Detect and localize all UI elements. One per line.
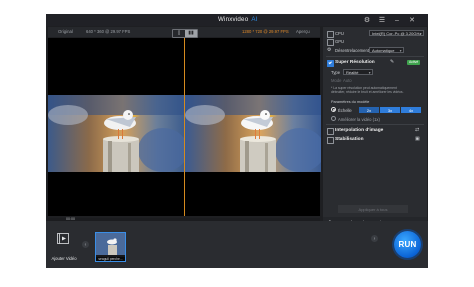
next-arrow-icon[interactable]: ›	[371, 235, 378, 242]
interpolation-label: Interpolation d'image	[335, 127, 384, 133]
interpolation-settings-icon[interactable]: ⇄	[415, 127, 419, 133]
improve-radio[interactable]	[331, 116, 336, 121]
gpu-checkbox[interactable]	[327, 39, 334, 46]
scale-option-4x[interactable]: 4x	[401, 107, 421, 113]
side-by-side-icon[interactable]: ▮▮	[185, 29, 197, 37]
video-thumbnail[interactable]: seagull perche...	[95, 232, 126, 262]
add-video-button[interactable]: Ajouter Vidéo	[49, 231, 77, 265]
original-label: Original	[58, 28, 73, 34]
enhanced-frame	[185, 95, 321, 172]
divider	[326, 124, 424, 125]
film-plus-icon	[57, 233, 69, 244]
compare-divider[interactable]	[184, 38, 185, 216]
sr-description-2: débruiter, réduire le bruit et améliorer…	[331, 90, 404, 94]
edit-icon[interactable]: ✎	[390, 59, 394, 65]
improve-label: Améliorer la vidéo (1x)	[338, 116, 380, 122]
original-frame	[48, 95, 184, 172]
close-icon[interactable]: ✕	[407, 15, 417, 25]
scale-option-3x[interactable]: 3x	[380, 107, 400, 113]
deinterlace-icon: ⚙	[327, 47, 332, 53]
interpolation-checkbox[interactable]	[327, 128, 334, 135]
deinterlace-select[interactable]: Automatique ▾	[369, 47, 404, 53]
mode-label: Mode	[331, 78, 342, 83]
menu-icon[interactable]: ☰	[377, 15, 387, 25]
type-label: Type	[331, 70, 341, 75]
stabilization-settings-icon[interactable]: ▣	[415, 136, 420, 142]
gpu-label: GPU	[335, 39, 345, 44]
minimize-icon[interactable]: –	[392, 15, 402, 25]
add-video-label: Ajouter Vidéo	[51, 256, 77, 261]
original-info: 640 * 360 @ 29.97 FPS	[86, 28, 131, 34]
view-mode-toggle[interactable]: ▯ ▮▮	[172, 28, 198, 38]
deinterlace-label: Désentrelacement	[335, 48, 369, 53]
mode-value: Auto	[343, 78, 352, 83]
preview-label: Aperçu	[296, 28, 310, 34]
apply-all-button[interactable]: Appliquer à tous	[338, 205, 408, 213]
super-resolution-checkbox[interactable]	[327, 60, 334, 67]
prev-arrow-icon[interactable]: ‹	[82, 241, 89, 248]
preview-header: Original 640 * 360 @ 29.97 FPS ▯ ▮▮ 1280…	[48, 27, 320, 38]
divider	[326, 56, 424, 57]
seagull-image-enhanced	[185, 95, 321, 172]
scale-option-2x[interactable]: 2x	[359, 107, 379, 113]
scale-label: Échelle	[338, 107, 352, 113]
cpu-label: CPU	[335, 31, 344, 36]
seagull-image-original	[48, 95, 184, 172]
enabled-badge: Activé	[407, 60, 421, 65]
type-select[interactable]: Réalité ▾	[343, 69, 373, 75]
thumbnail-image	[96, 233, 125, 255]
scale-radio[interactable]	[331, 107, 336, 112]
stabilization-label: Stabilisation	[335, 136, 364, 142]
chevron-down-icon: ▾	[399, 49, 402, 53]
bottom-strip: Ajouter Vidéo ‹ seagull perche... › RUN	[46, 221, 428, 268]
cpu-select[interactable]: Intel(R) Cor..Pc @ 3.20GHz ▾	[369, 30, 424, 36]
settings-icon[interactable]: ⚙	[362, 15, 372, 25]
thumbnail-label: seagull perche...	[96, 257, 125, 261]
cpu-checkbox[interactable]	[327, 31, 334, 38]
stabilization-checkbox[interactable]	[327, 137, 334, 144]
app-title: Winxvideo AI	[218, 16, 258, 23]
super-resolution-label: Super Résolution	[335, 59, 375, 65]
video-preview	[48, 38, 321, 216]
run-button[interactable]: RUN	[394, 231, 421, 258]
title-bar: Winxvideo AI ⚙ ☰ – ✕	[46, 14, 428, 26]
output-info: 1280 * 720 @ 29.97 FPS	[242, 28, 289, 34]
model-params-label: Paramètres du modèle	[331, 100, 370, 104]
settings-panel: CPU Intel(R) Cor..Pc @ 3.20GHz ▾ GPU ⚙ Dé…	[323, 27, 427, 217]
chevron-down-icon: ▾	[419, 32, 422, 36]
split-view-icon[interactable]: ▯	[173, 30, 185, 37]
chevron-down-icon: ▾	[368, 71, 371, 75]
